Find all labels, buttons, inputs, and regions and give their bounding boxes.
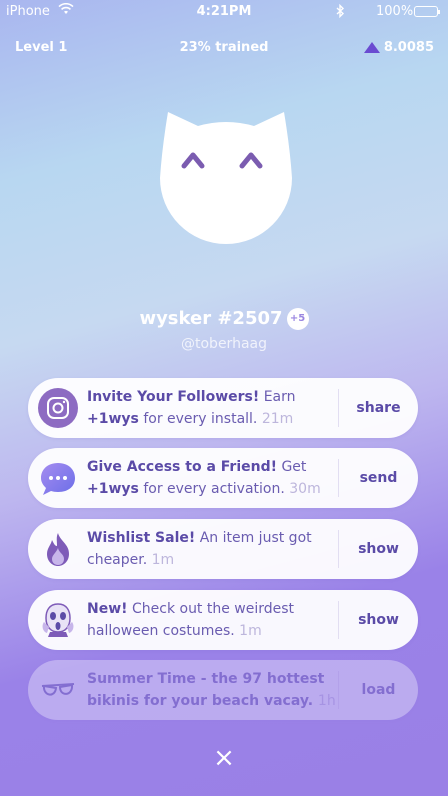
avatar[interactable]: [156, 108, 296, 248]
balance[interactable]: 8.0085: [363, 40, 434, 55]
user-handle[interactable]: @toberhaag: [0, 336, 448, 352]
notification-text: New! Check out the weirdest halloween co…: [87, 601, 295, 639]
close-icon[interactable]: ×: [210, 744, 238, 772]
battery-percent: 100%: [376, 4, 414, 19]
username: wysker #2507 +5: [0, 308, 448, 330]
notification-text: Summer Time - the 97 hottest bikinis for…: [87, 671, 336, 709]
message-bubble-icon: [38, 458, 78, 498]
username-text: wysker #2507: [139, 308, 283, 329]
notification-card[interactable]: Summer Time - the 97 hottest bikinis for…: [28, 660, 418, 720]
send-button[interactable]: send: [339, 448, 418, 508]
notification-text: Give Access to a Friend! Get +1wys for e…: [87, 459, 321, 497]
fire-icon: [38, 529, 78, 569]
notification-card[interactable]: Wishlist Sale! An item just got cheaper.…: [28, 519, 418, 579]
show-button[interactable]: show: [339, 590, 418, 650]
load-button[interactable]: load: [339, 660, 418, 720]
bluetooth-icon: [336, 3, 345, 22]
battery-icon: [414, 6, 440, 17]
scream-icon: [38, 600, 78, 640]
show-button[interactable]: show: [339, 519, 418, 579]
notification-text: Invite Your Followers! Earn +1wys for ev…: [87, 389, 296, 427]
sunglasses-icon: [38, 670, 78, 710]
status-bar: iPhone 4:21PM 100%: [0, 0, 448, 24]
level-badge: +5: [286, 308, 309, 330]
timestamp: 1m: [151, 552, 175, 568]
timestamp: 1m: [239, 623, 262, 639]
notification-text: Wishlist Sale! An item just got cheaper.…: [87, 530, 312, 568]
notification-card[interactable]: New! Check out the weirdest halloween co…: [28, 590, 418, 650]
timestamp: 21m: [261, 411, 294, 427]
timestamp: 1h: [317, 693, 336, 709]
top-bar: Level 1 23% trained 8.0085: [0, 38, 448, 60]
timestamp: 30m: [289, 481, 321, 497]
share-button[interactable]: share: [339, 378, 418, 438]
instagram-icon: [38, 388, 78, 428]
notification-card[interactable]: Give Access to a Friend! Get +1wys for e…: [28, 448, 418, 508]
triangle-token-icon: [363, 42, 380, 53]
notification-card[interactable]: Invite Your Followers! Earn +1wys for ev…: [28, 378, 418, 438]
balance-value: 8.0085: [383, 40, 434, 55]
